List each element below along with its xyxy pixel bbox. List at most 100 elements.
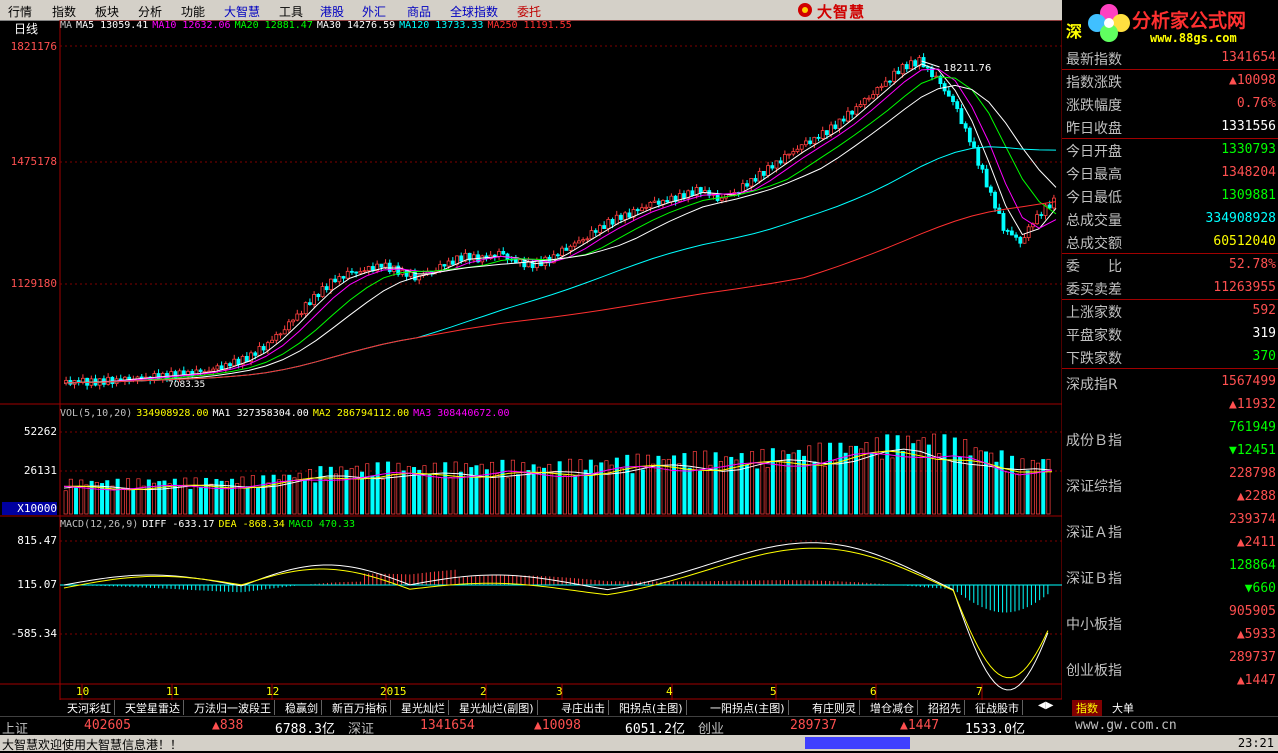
volume-bar <box>427 473 432 515</box>
volume-bar <box>552 470 557 515</box>
candle-body <box>379 263 384 268</box>
candle-body <box>253 352 258 356</box>
volume-bar <box>692 451 697 515</box>
tab-index[interactable]: 指数 <box>1072 700 1102 716</box>
menu-item-4[interactable]: 功能 <box>181 3 205 20</box>
tab-indicator-5[interactable]: 星光灿烂 <box>398 700 449 715</box>
menu-item-11[interactable]: 委托 <box>517 3 541 20</box>
candle-body <box>883 80 888 87</box>
volume-bar <box>630 473 635 515</box>
vol-axis-label: 26131 <box>23 464 57 477</box>
menu-item-1[interactable]: 指数 <box>52 3 76 20</box>
volume-bar <box>776 460 781 515</box>
menu-item-5[interactable]: 大智慧 <box>224 3 260 20</box>
vol-unit-label: X10000 <box>2 502 57 515</box>
menu-item-8[interactable]: 外汇 <box>362 3 386 20</box>
menu-item-0[interactable]: 行情 <box>8 3 32 20</box>
index-name: 成份Ｂ指 <box>1066 433 1122 449</box>
quote-label: 委买卖差 <box>1066 282 1122 298</box>
tab-indicator-9[interactable]: 一阳拐点(主图) <box>707 700 789 715</box>
candle-body <box>572 242 577 247</box>
menu-item-7[interactable]: 港股 <box>320 3 344 20</box>
right-logo: 深 分析家公式网 www.88gs.com <box>1062 0 1278 46</box>
tab-indicator-6[interactable]: 星光灿烂(副图) <box>456 700 538 715</box>
index-row[interactable]: 深证综指 228798 ▲2288 <box>1062 464 1278 510</box>
time-label: 3 <box>556 685 563 698</box>
index-row[interactable]: 深证Ａ指 239374 ▲2411 <box>1062 510 1278 556</box>
menu-item-3[interactable]: 分析 <box>138 3 162 20</box>
volume-bar <box>562 475 567 515</box>
candle-body <box>749 178 754 187</box>
candle-body <box>106 376 111 385</box>
tab-big-order[interactable]: 大单 <box>1108 700 1138 716</box>
tab-scroll-arrows[interactable]: ◀▶ <box>1038 700 1062 715</box>
index-change: ▼660 <box>1244 581 1276 596</box>
ma20-line <box>63 76 1057 384</box>
candle-body <box>648 202 653 208</box>
candle-body <box>333 278 338 283</box>
candle-body <box>858 104 863 108</box>
time-label: 11 <box>166 685 179 698</box>
tab-indicator-13[interactable]: 征战股市 <box>972 700 1023 715</box>
index-row[interactable]: 创业板指 289737 ▲1447 <box>1062 648 1278 694</box>
quote-label: 下跌家数 <box>1066 351 1122 367</box>
volume-bar <box>646 454 651 515</box>
market-ticker: 上证 402605 ▲838 6788.3亿 深证 1341654 ▲10098 6051.2… <box>0 716 1278 737</box>
candle-body <box>299 313 304 316</box>
candle-body <box>173 371 178 379</box>
index-row[interactable]: 深成指R 1567499 ▲11932 <box>1062 372 1278 418</box>
tab-indicator-0[interactable]: 天河彩虹 <box>64 700 115 715</box>
tab-indicator-4[interactable]: 新百万指标 <box>329 700 391 715</box>
volume-bar <box>198 486 203 515</box>
volume-bar <box>126 478 131 515</box>
index-row[interactable]: 中小板指 905905 ▲5933 <box>1062 602 1278 648</box>
volume-bar <box>375 462 380 515</box>
volume-bar <box>828 442 833 515</box>
ma-legend-item: MA <box>60 20 73 31</box>
candle-body <box>820 130 825 139</box>
menu-item-9[interactable]: 商品 <box>407 3 431 20</box>
tab-indicator-2[interactable]: 万法归一波段王 <box>191 700 275 715</box>
volume-bar <box>120 488 125 515</box>
volume-bar <box>770 448 775 515</box>
index-row[interactable]: 深证Ｂ指 128864 ▼660 <box>1062 556 1278 602</box>
vol-legend: VOL(5,10,20) 334908928.00 MA1 327358304.00… <box>60 408 513 419</box>
candle-body <box>799 144 804 150</box>
volume-bar <box>786 453 791 515</box>
candle-body <box>282 329 287 335</box>
tab-indicator-10[interactable]: 有庄则灵 <box>809 700 860 715</box>
menu-item-6[interactable]: 工具 <box>279 3 303 20</box>
candle-body <box>900 64 905 75</box>
ma-legend: MA MA5 13059.41 MA10 12632.06 MA20 12881.47… <box>60 20 576 31</box>
brand-logo: 大智慧 <box>795 0 915 21</box>
tab-indicator-8[interactable]: 阳拐点(主图) <box>616 700 687 715</box>
menu-item-2[interactable]: 板块 <box>95 3 119 20</box>
ma-legend-item: MA120 13733.33 <box>399 20 484 31</box>
candle-body <box>841 118 846 122</box>
index-value: 761949 <box>1229 420 1276 435</box>
menu-item-10[interactable]: 全球指数 <box>450 3 498 20</box>
volume-bar <box>1004 471 1009 515</box>
tab-indicator-1[interactable]: 天堂星雷达 <box>122 700 184 715</box>
quote-value: 1341654 <box>1221 50 1276 65</box>
volume-bar <box>885 434 890 515</box>
tab-indicator-3[interactable]: 稳赢剑 <box>282 700 322 715</box>
candle-body <box>228 363 232 367</box>
candle-body <box>619 214 623 220</box>
tab-indicator-7[interactable]: 寻庄出击 <box>558 700 609 715</box>
vol-legend-item: VOL(5,10,20) <box>60 408 133 419</box>
index-row[interactable]: 成份Ｂ指 761949 ▼12451 <box>1062 418 1278 464</box>
candle-body <box>967 127 972 143</box>
candle-body <box>661 200 665 205</box>
volume-bar <box>146 479 151 515</box>
candle-body <box>215 365 220 370</box>
chart-canvas[interactable]: 18211.76 7083.35 10 11 12 2015 2 3 4 5 6 7 <box>0 20 1062 700</box>
volume-bar <box>250 475 255 515</box>
tab-indicator-12[interactable]: 招招先 <box>925 700 965 715</box>
tab-indicator-11[interactable]: 增仓减仓 <box>867 700 918 715</box>
volume-bar <box>578 459 583 515</box>
candle-body <box>286 321 291 331</box>
ticker-item: 402605 <box>84 718 131 733</box>
panel-divider <box>1062 69 1278 70</box>
quote-value: 319 <box>1252 326 1276 341</box>
